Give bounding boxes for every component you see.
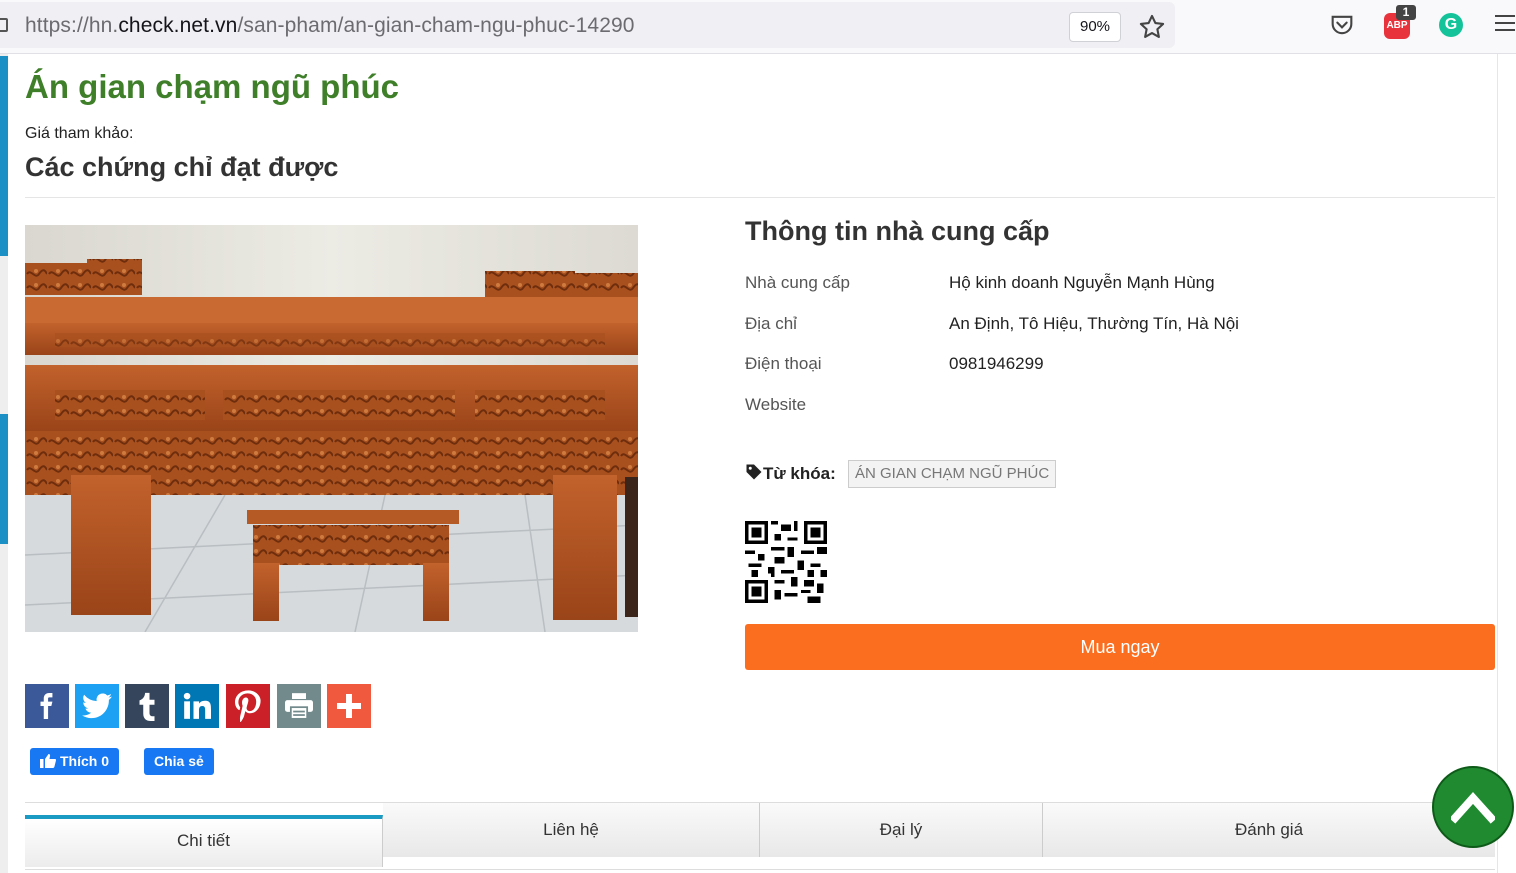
browser-toolbar: https://hn.check.net.vn/san-pham/an-gian… xyxy=(0,0,1516,54)
adblock-badge: 1 xyxy=(1396,5,1416,20)
bookmark-star-icon[interactable] xyxy=(1138,13,1166,41)
add-more-icon xyxy=(337,694,361,718)
product-image[interactable] xyxy=(25,225,638,632)
twitter-icon xyxy=(82,693,112,719)
linkedin-icon xyxy=(183,692,211,719)
reference-price-label: Giá tham khảo: xyxy=(25,125,134,142)
url-text[interactable]: https://hn.check.net.vn/san-pham/an-gian… xyxy=(25,14,635,38)
tab-dai-ly[interactable]: Đại lý xyxy=(760,803,1043,857)
phone-value[interactable]: 0981946299 xyxy=(949,354,1044,374)
supplier-value: Hộ kinh doanh Nguyễn Mạnh Hùng xyxy=(949,273,1215,292)
facebook-icon xyxy=(40,693,53,719)
certificates-heading: Các chứng chỉ đạt được xyxy=(25,152,339,182)
scroll-to-top-button[interactable] xyxy=(1432,766,1514,848)
supplier-label: Nhà cung cấp xyxy=(745,273,850,292)
qr-code xyxy=(745,521,827,603)
product-title: Án gian chạm ngũ phúc xyxy=(25,68,400,105)
pocket-icon[interactable] xyxy=(1328,11,1356,39)
address-label: Địa chỉ xyxy=(745,314,797,333)
thumbs-up-icon xyxy=(40,754,57,768)
phone-label: Điện thoại xyxy=(745,354,822,373)
product-tabs: Chi tiết Liên hệ Đại lý Đánh giá xyxy=(25,802,1495,873)
tab-chi-tiet[interactable]: Chi tiết xyxy=(25,815,383,867)
facebook-like-button[interactable]: Thích 0 xyxy=(30,748,120,775)
keyword-label: Từ khóa: xyxy=(763,464,836,483)
pinterest-share-button[interactable] xyxy=(226,684,270,728)
hamburger-menu-icon[interactable] xyxy=(1495,15,1515,36)
chevron-up-icon xyxy=(1451,792,1495,824)
grammarly-icon[interactable]: G xyxy=(1439,13,1463,37)
tumblr-icon xyxy=(139,692,155,721)
more-share-button[interactable] xyxy=(327,684,371,728)
linkedin-share-button[interactable] xyxy=(175,684,219,728)
right-scroll-strip xyxy=(1497,54,1516,873)
zoom-level-button[interactable]: 90% xyxy=(1069,12,1121,42)
tab-lien-he[interactable]: Liên hệ xyxy=(383,803,760,857)
tag-icon xyxy=(746,464,762,480)
print-icon xyxy=(285,693,313,719)
twitter-share-button[interactable] xyxy=(75,684,119,728)
facebook-share-button-small[interactable]: Chia sẻ xyxy=(144,748,214,775)
lock-icon xyxy=(0,18,8,32)
address-value: An Định, Tô Hiệu, Thường Tín, Hà Nội xyxy=(949,314,1239,333)
tumblr-share-button[interactable] xyxy=(125,684,169,728)
left-sidebar-strip xyxy=(0,54,8,873)
print-button[interactable] xyxy=(277,684,321,728)
pinterest-icon xyxy=(235,690,261,722)
website-label: Website xyxy=(745,395,807,414)
divider xyxy=(25,197,1495,198)
keyword-tag[interactable]: ÁN GIAN CHẠM NGŨ PHÚC xyxy=(848,460,1057,488)
buy-now-button[interactable]: Mua ngay xyxy=(745,624,1495,670)
facebook-share-button[interactable] xyxy=(25,684,69,728)
address-bar[interactable]: https://hn.check.net.vn/san-pham/an-gian… xyxy=(0,2,1175,48)
tab-danh-gia[interactable]: Đánh giá xyxy=(1043,803,1495,857)
supplier-info-heading: Thông tin nhà cung cấp xyxy=(745,216,1050,246)
